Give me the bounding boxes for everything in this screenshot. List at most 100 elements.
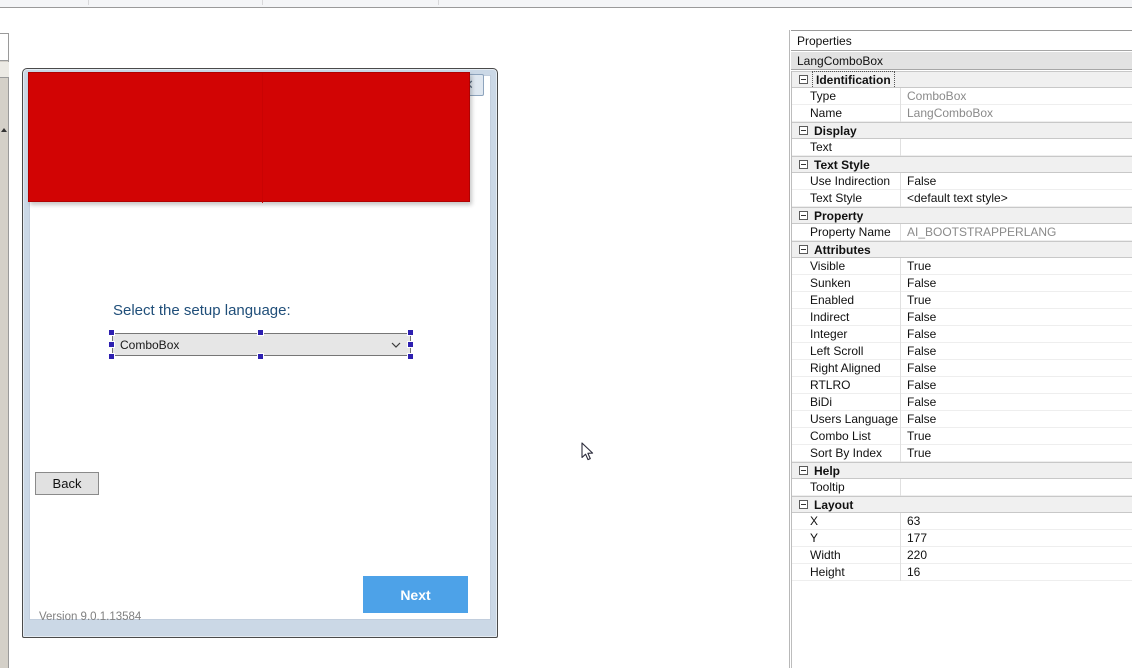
property-name: Combo List <box>792 429 900 443</box>
property-row[interactable]: VisibleTrue <box>792 258 1132 275</box>
property-name: Sunken <box>792 276 900 290</box>
property-name: X <box>792 514 900 528</box>
property-value[interactable]: <default text style> <box>900 190 1132 207</box>
property-row[interactable]: Right AlignedFalse <box>792 360 1132 377</box>
property-name: Right Aligned <box>792 361 900 375</box>
property-row[interactable]: RTLROFalse <box>792 377 1132 394</box>
property-name: Integer <box>792 327 900 341</box>
resize-handle-w[interactable] <box>108 341 115 348</box>
app-root: ✕ Select the setup language: ComboBox Ba… <box>0 0 1132 668</box>
property-value[interactable]: 63 <box>900 513 1132 530</box>
property-row[interactable]: Left ScrollFalse <box>792 343 1132 360</box>
property-row[interactable]: NameLangComboBox <box>792 105 1132 122</box>
property-row[interactable]: BiDiFalse <box>792 394 1132 411</box>
property-value[interactable]: False <box>900 309 1132 326</box>
property-name: Text Style <box>792 191 900 205</box>
property-value[interactable]: True <box>900 258 1132 275</box>
property-row[interactable]: Combo ListTrue <box>792 428 1132 445</box>
back-button[interactable]: Back <box>35 472 99 495</box>
collapse-icon[interactable] <box>799 160 808 169</box>
property-value[interactable]: False <box>900 394 1132 411</box>
property-value[interactable]: 16 <box>900 564 1132 581</box>
property-row[interactable]: Property NameAI_BOOTSTRAPPERLANG <box>792 224 1132 241</box>
resize-handle-se[interactable] <box>407 353 414 360</box>
property-category-label: Display <box>814 124 857 138</box>
property-value: LangComboBox <box>900 105 1132 122</box>
property-row[interactable]: IndirectFalse <box>792 309 1132 326</box>
collapse-icon[interactable] <box>799 500 808 509</box>
property-value[interactable]: False <box>900 360 1132 377</box>
panel-divider[interactable] <box>789 30 790 668</box>
property-name: RTLRO <box>792 378 900 392</box>
property-category-label: Text Style <box>814 158 870 172</box>
property-category-identification[interactable]: Identification <box>792 71 1132 88</box>
dialog-banner-image[interactable] <box>28 72 470 202</box>
resize-handle-n[interactable] <box>257 329 264 336</box>
property-value[interactable]: False <box>900 411 1132 428</box>
property-category-layout[interactable]: Layout <box>792 496 1132 513</box>
chevron-down-icon <box>1 128 7 132</box>
dialog-designer-canvas[interactable]: ✕ Select the setup language: ComboBox Ba… <box>10 30 789 668</box>
resize-handle-sw[interactable] <box>108 353 115 360</box>
property-value[interactable]: False <box>900 343 1132 360</box>
property-category-label: Identification <box>814 73 893 87</box>
collapse-icon[interactable] <box>799 211 808 220</box>
combobox-value: ComboBox <box>120 338 179 352</box>
properties-grid[interactable]: IdentificationTypeComboBoxNameLangComboB… <box>791 71 1132 668</box>
chevron-down-icon <box>391 340 401 350</box>
properties-panel-title: Properties <box>791 31 1132 51</box>
property-row[interactable]: Text Style<default text style> <box>792 190 1132 207</box>
property-category-help[interactable]: Help <box>792 462 1132 479</box>
property-row[interactable]: Y177 <box>792 530 1132 547</box>
property-value: ComboBox <box>900 88 1132 105</box>
property-category-label: Layout <box>814 498 853 512</box>
property-row[interactable]: TypeComboBox <box>792 88 1132 105</box>
property-name: Tooltip <box>792 480 900 494</box>
property-row[interactable]: IntegerFalse <box>792 326 1132 343</box>
property-name: Use Indirection <box>792 174 900 188</box>
properties-panel: Properties LangComboBox IdentificationTy… <box>791 30 1132 668</box>
property-value[interactable]: True <box>900 445 1132 462</box>
resize-handle-e[interactable] <box>407 341 414 348</box>
property-value[interactable] <box>900 139 1132 156</box>
collapse-icon[interactable] <box>799 75 808 84</box>
next-button[interactable]: Next <box>363 576 468 613</box>
property-name: Height <box>792 565 900 579</box>
resize-handle-nw[interactable] <box>108 329 115 336</box>
resize-handle-ne[interactable] <box>407 329 414 336</box>
property-value[interactable]: False <box>900 275 1132 292</box>
property-row[interactable]: Sort By IndexTrue <box>792 445 1132 462</box>
property-row[interactable]: Use IndirectionFalse <box>792 173 1132 190</box>
collapse-icon[interactable] <box>799 126 808 135</box>
collapse-icon[interactable] <box>799 466 808 475</box>
property-name: Enabled <box>792 293 900 307</box>
property-value[interactable] <box>900 479 1132 496</box>
property-category-label: Help <box>814 464 840 478</box>
property-row[interactable]: Users LanguageFalse <box>792 411 1132 428</box>
property-value[interactable]: 220 <box>900 547 1132 564</box>
property-row[interactable]: SunkenFalse <box>792 275 1132 292</box>
property-category-attributes[interactable]: Attributes <box>792 241 1132 258</box>
property-value[interactable]: True <box>900 292 1132 309</box>
property-category-text-style[interactable]: Text Style <box>792 156 1132 173</box>
property-name: BiDi <box>792 395 900 409</box>
property-row[interactable]: Text <box>792 139 1132 156</box>
property-category-display[interactable]: Display <box>792 122 1132 139</box>
left-panel-tab-sliver[interactable] <box>0 62 9 78</box>
top-toolbar-strip <box>0 0 1132 8</box>
property-value[interactable]: False <box>900 173 1132 190</box>
property-value[interactable]: False <box>900 326 1132 343</box>
property-name: Indirect <box>792 310 900 324</box>
property-value[interactable]: True <box>900 428 1132 445</box>
property-name: Type <box>792 89 900 103</box>
property-row[interactable]: Width220 <box>792 547 1132 564</box>
property-category-property[interactable]: Property <box>792 207 1132 224</box>
resize-handle-s[interactable] <box>257 353 264 360</box>
property-row[interactable]: Tooltip <box>792 479 1132 496</box>
property-value[interactable]: 177 <box>900 530 1132 547</box>
property-value[interactable]: False <box>900 377 1132 394</box>
property-row[interactable]: EnabledTrue <box>792 292 1132 309</box>
property-row[interactable]: Height16 <box>792 564 1132 581</box>
property-row[interactable]: X63 <box>792 513 1132 530</box>
collapse-icon[interactable] <box>799 245 808 254</box>
